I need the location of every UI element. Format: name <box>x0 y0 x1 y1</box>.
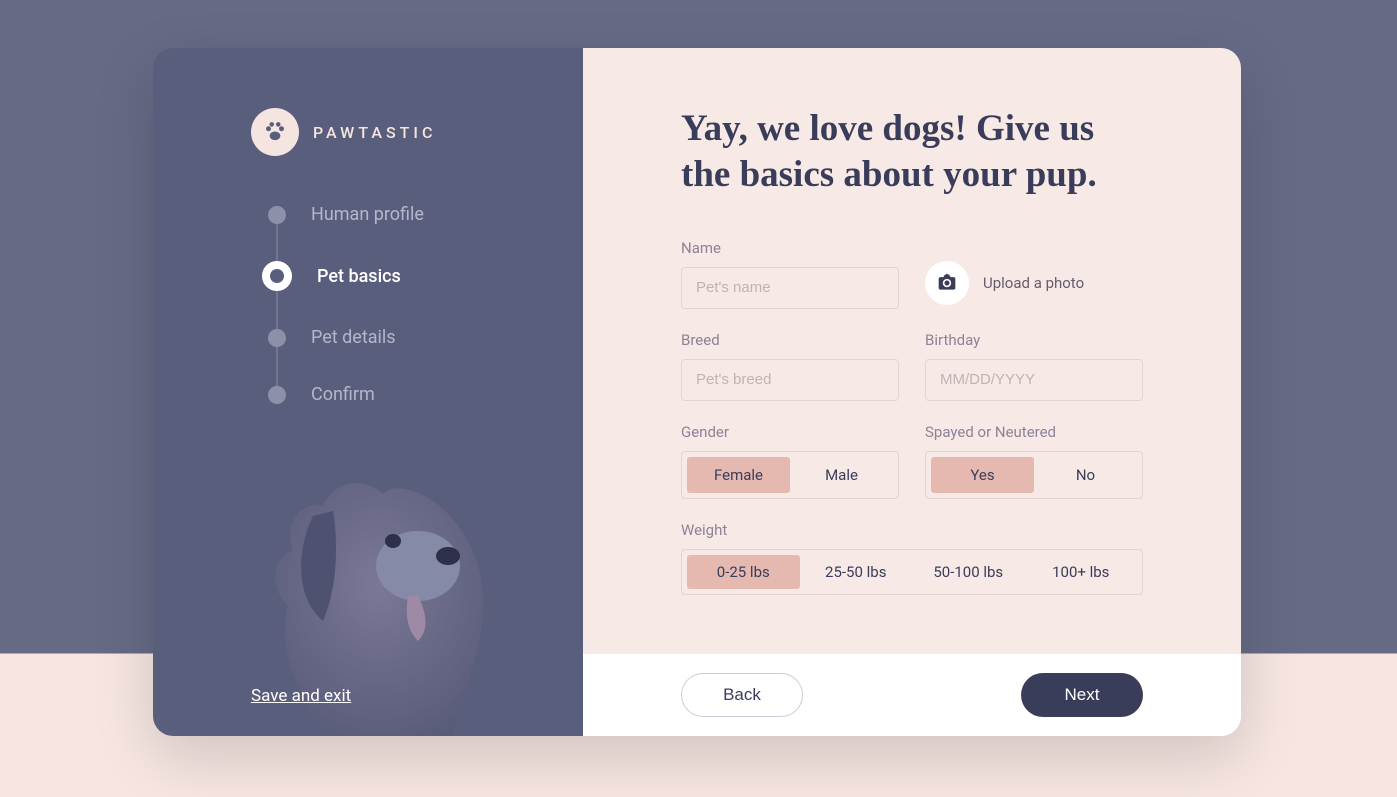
step-dot-icon <box>268 329 286 347</box>
step-label: Human profile <box>311 204 424 225</box>
birthday-field: Birthday <box>925 331 1143 401</box>
brand-name: PAWTASTIC <box>313 123 436 142</box>
logo-row: PAWTASTIC <box>251 108 533 156</box>
gender-option-female[interactable]: Female <box>687 457 790 493</box>
save-exit-link[interactable]: Save and exit <box>251 686 351 706</box>
step-confirm[interactable]: Confirm <box>268 384 533 405</box>
step-human-profile[interactable]: Human profile <box>268 204 533 225</box>
sidebar: PAWTASTIC Human profile Pet basics Pet d… <box>153 48 583 736</box>
step-label: Confirm <box>311 384 375 405</box>
spayed-field: Spayed or Neutered Yes No <box>925 423 1143 499</box>
step-pet-basics[interactable]: Pet basics <box>268 261 533 291</box>
footer: Back Next <box>583 654 1241 736</box>
breed-input[interactable] <box>681 359 899 401</box>
back-button[interactable]: Back <box>681 673 803 717</box>
spayed-label: Spayed or Neutered <box>925 423 1143 441</box>
step-dot-icon <box>268 206 286 224</box>
weight-option-0-25[interactable]: 0-25 lbs <box>687 555 800 589</box>
step-label: Pet basics <box>317 266 401 287</box>
gender-toggle: Female Male <box>681 451 899 499</box>
breed-label: Breed <box>681 331 899 349</box>
weight-label: Weight <box>681 521 1143 539</box>
step-dot-icon <box>262 261 292 291</box>
breed-field: Breed <box>681 331 899 401</box>
onboarding-card: PAWTASTIC Human profile Pet basics Pet d… <box>153 48 1241 736</box>
weight-field: Weight 0-25 lbs 25-50 lbs 50-100 lbs 100… <box>681 521 1143 595</box>
weight-option-50-100[interactable]: 50-100 lbs <box>912 555 1025 589</box>
camera-icon <box>937 273 957 293</box>
page-heading: Yay, we love dogs! Give us the basics ab… <box>681 106 1143 199</box>
weight-option-25-50[interactable]: 25-50 lbs <box>800 555 913 589</box>
step-pet-details[interactable]: Pet details <box>268 327 533 348</box>
main-content: Yay, we love dogs! Give us the basics ab… <box>583 48 1241 654</box>
next-button[interactable]: Next <box>1021 673 1143 717</box>
upload-label: Upload a photo <box>983 274 1084 292</box>
spayed-toggle: Yes No <box>925 451 1143 499</box>
birthday-input[interactable] <box>925 359 1143 401</box>
form-grid: Name Upload a p <box>681 239 1143 595</box>
gender-option-male[interactable]: Male <box>790 457 893 493</box>
gender-label: Gender <box>681 423 899 441</box>
main-panel: Yay, we love dogs! Give us the basics ab… <box>583 48 1241 736</box>
name-input[interactable] <box>681 267 899 309</box>
upload-field: Upload a photo <box>925 239 1143 309</box>
spayed-option-no[interactable]: No <box>1034 457 1137 493</box>
paw-logo-icon <box>251 108 299 156</box>
step-label: Pet details <box>311 327 396 348</box>
name-field: Name <box>681 239 899 309</box>
name-label: Name <box>681 239 899 257</box>
weight-toggle: 0-25 lbs 25-50 lbs 50-100 lbs 100+ lbs <box>681 549 1143 595</box>
spayed-option-yes[interactable]: Yes <box>931 457 1034 493</box>
step-list: Human profile Pet basics Pet details Con… <box>268 204 533 405</box>
weight-option-100plus[interactable]: 100+ lbs <box>1025 555 1138 589</box>
upload-photo-button[interactable] <box>925 261 969 305</box>
birthday-label: Birthday <box>925 331 1143 349</box>
step-dot-icon <box>268 386 286 404</box>
gender-field: Gender Female Male <box>681 423 899 499</box>
